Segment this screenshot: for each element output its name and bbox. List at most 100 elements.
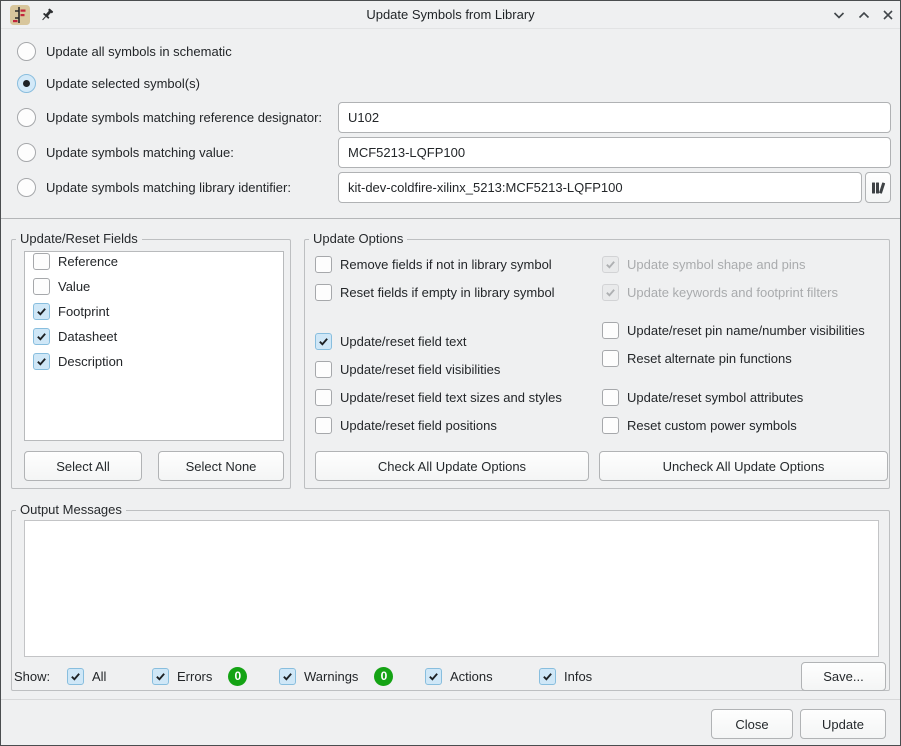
checkbox-label: Actions	[450, 669, 493, 684]
radio-circle	[17, 74, 36, 93]
checkbox-filter-infos[interactable]: Infos	[539, 667, 592, 685]
footer-separator	[1, 699, 901, 700]
checkbox-filter-warnings[interactable]: Warnings 0	[279, 667, 393, 685]
close-button[interactable]: Close	[711, 709, 793, 739]
browse-library-button[interactable]	[865, 172, 891, 203]
options-groupbox: Update Options Remove fields if not in l…	[304, 239, 890, 489]
checkbox-box	[33, 303, 50, 320]
minimize-button[interactable]	[831, 7, 847, 23]
checkbox-update-pin-visibilities[interactable]: Update/reset pin name/number visibilitie…	[602, 321, 865, 339]
reference-designator-input[interactable]	[338, 102, 891, 133]
checkbox-label: Update/reset field positions	[340, 418, 497, 433]
checkbox-update-symbol-shape: Update symbol shape and pins	[602, 255, 806, 273]
radio-match-value[interactable]: Update symbols matching value:	[17, 142, 234, 162]
checkbox-update-field-positions[interactable]: Update/reset field positions	[315, 416, 497, 434]
checkbox-reset-custom-power[interactable]: Reset custom power symbols	[602, 416, 797, 434]
radio-circle	[17, 143, 36, 162]
select-none-button[interactable]: Select None	[158, 451, 284, 481]
radio-circle	[17, 178, 36, 197]
checkbox-label: Value	[58, 279, 90, 294]
checkbox-label: Update/reset field text	[340, 334, 466, 349]
checkbox-box	[425, 668, 442, 685]
checkbox-datasheet[interactable]: Datasheet	[33, 327, 283, 345]
radio-match-reference[interactable]: Update symbols matching reference design…	[17, 107, 322, 127]
checkbox-box	[33, 253, 50, 270]
radio-update-selected[interactable]: Update selected symbol(s)	[17, 73, 200, 93]
checkbox-box	[315, 333, 332, 350]
checkbox-description[interactable]: Description	[33, 352, 283, 370]
checkbox-label: Update/reset pin name/number visibilitie…	[627, 323, 865, 338]
checkbox-label: Reset custom power symbols	[627, 418, 797, 433]
checkbox-footprint[interactable]: Footprint	[33, 302, 283, 320]
checkbox-box	[67, 668, 84, 685]
select-all-button[interactable]: Select All	[24, 451, 142, 481]
checkbox-reference[interactable]: Reference	[33, 252, 283, 270]
radio-match-library-id[interactable]: Update symbols matching library identifi…	[17, 177, 291, 197]
checkbox-box	[602, 256, 619, 273]
checkbox-label: All	[92, 669, 106, 684]
checkbox-label: Update keywords and footprint filters	[627, 285, 838, 300]
update-symbols-dialog: Update Symbols from Library Update all s…	[0, 0, 901, 746]
checkbox-update-symbol-attributes[interactable]: Update/reset symbol attributes	[602, 388, 803, 406]
checkbox-box	[602, 389, 619, 406]
show-label: Show:	[14, 667, 50, 685]
close-window-button[interactable]	[880, 7, 896, 23]
checkbox-label: Update/reset symbol attributes	[627, 390, 803, 405]
checkbox-box	[602, 350, 619, 367]
warnings-count-badge: 0	[374, 667, 393, 686]
checkbox-update-field-sizes[interactable]: Update/reset field text sizes and styles	[315, 388, 562, 406]
radio-label: Update all symbols in schematic	[46, 44, 232, 59]
checkbox-box	[315, 256, 332, 273]
library-books-icon	[870, 180, 886, 196]
radio-circle	[17, 108, 36, 127]
checkbox-update-keywords: Update keywords and footprint filters	[602, 283, 838, 301]
checkbox-label: Errors	[177, 669, 212, 684]
checkbox-filter-actions[interactable]: Actions	[425, 667, 493, 685]
checkbox-label: Footprint	[58, 304, 109, 319]
output-messages-panel[interactable]	[24, 520, 879, 657]
checkbox-box	[315, 361, 332, 378]
checkbox-label: Warnings	[304, 669, 358, 684]
checkbox-label: Infos	[564, 669, 592, 684]
checkbox-box	[602, 284, 619, 301]
checkbox-box	[315, 284, 332, 301]
value-input[interactable]	[338, 137, 891, 168]
checkbox-value[interactable]: Value	[33, 277, 283, 295]
chevron-down-icon	[831, 7, 847, 23]
uncheck-all-options-button[interactable]: Uncheck All Update Options	[599, 451, 888, 481]
library-identifier-input[interactable]	[338, 172, 862, 203]
radio-label: Update symbols matching library identifi…	[46, 180, 291, 195]
checkbox-filter-all[interactable]: All	[67, 667, 106, 685]
update-button[interactable]: Update	[800, 709, 886, 739]
fields-group-title: Update/Reset Fields	[16, 231, 142, 246]
output-groupbox: Output Messages Show: All Errors 0 Warni…	[11, 510, 890, 691]
checkbox-box	[602, 322, 619, 339]
checkbox-label: Datasheet	[58, 329, 117, 344]
checkbox-update-field-visibilities[interactable]: Update/reset field visibilities	[315, 360, 500, 378]
checkbox-box	[602, 417, 619, 434]
checkbox-label: Update/reset field text sizes and styles	[340, 390, 562, 405]
radio-label: Update selected symbol(s)	[46, 76, 200, 91]
checkbox-label: Remove fields if not in library symbol	[340, 257, 552, 272]
chevron-up-icon	[856, 7, 872, 23]
checkbox-box	[315, 389, 332, 406]
radio-update-all[interactable]: Update all symbols in schematic	[17, 41, 232, 61]
output-group-title: Output Messages	[16, 502, 126, 517]
fields-list[interactable]: Reference Value Footprint Datasheet Desc…	[24, 251, 284, 441]
maximize-button[interactable]	[856, 7, 872, 23]
check-all-options-button[interactable]: Check All Update Options	[315, 451, 589, 481]
checkbox-remove-fields[interactable]: Remove fields if not in library symbol	[315, 255, 552, 273]
checkbox-label: Reset alternate pin functions	[627, 351, 792, 366]
checkbox-reset-alternate-pins[interactable]: Reset alternate pin functions	[602, 349, 792, 367]
checkbox-reset-empty-fields[interactable]: Reset fields if empty in library symbol	[315, 283, 555, 301]
checkbox-label: Reference	[58, 254, 118, 269]
checkbox-box	[152, 668, 169, 685]
titlebar[interactable]: Update Symbols from Library	[1, 1, 900, 29]
window-title: Update Symbols from Library	[1, 1, 900, 28]
checkbox-box	[539, 668, 556, 685]
checkbox-label: Update/reset field visibilities	[340, 362, 500, 377]
save-button[interactable]: Save...	[801, 662, 886, 691]
checkbox-filter-errors[interactable]: Errors 0	[152, 667, 247, 685]
checkbox-label: Update symbol shape and pins	[627, 257, 806, 272]
checkbox-update-field-text[interactable]: Update/reset field text	[315, 332, 466, 350]
